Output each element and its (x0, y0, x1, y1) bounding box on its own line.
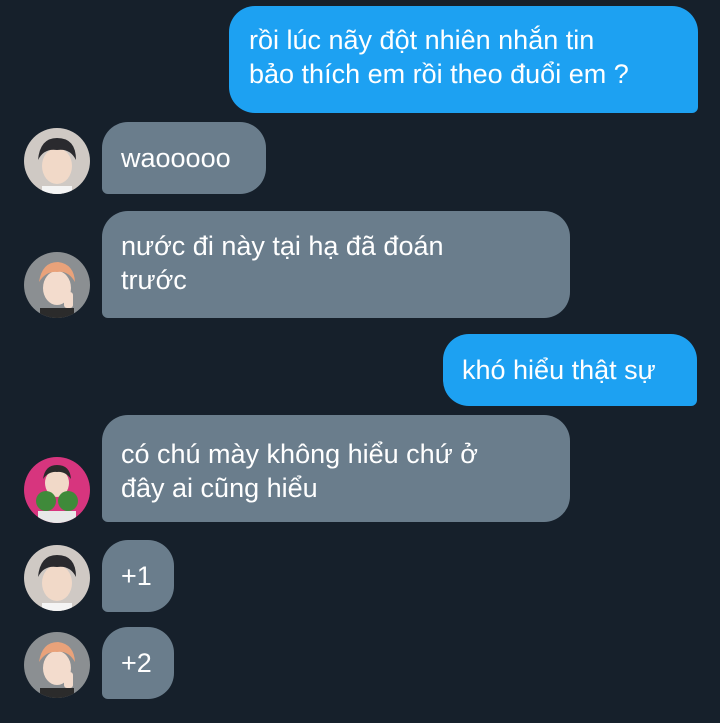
message-bubble-incoming[interactable]: nước đi này tại hạ đã đoán trước (102, 211, 570, 318)
message-bubble-incoming[interactable]: có chú mày không hiểu chứ ở đây ai cũng … (102, 415, 570, 522)
message-bubble-outgoing[interactable]: khó hiểu thật sự (443, 334, 697, 406)
avatar[interactable] (24, 128, 90, 194)
avatar-boy-orange-hair-icon (24, 252, 90, 318)
message-bubble-incoming[interactable]: waooooo (102, 122, 266, 194)
message-bubble-outgoing[interactable]: rồi lúc nãy đột nhiên nhắn tin bảo thích… (229, 6, 698, 113)
avatar-boy-dark-hair-icon (24, 128, 90, 194)
avatar[interactable] (24, 545, 90, 611)
avatar[interactable] (24, 457, 90, 523)
avatar-boy-orange-hair-icon (24, 632, 90, 698)
avatar-boy-pink-background-icon (24, 457, 90, 523)
message-bubble-incoming[interactable]: +2 (102, 627, 174, 699)
avatar[interactable] (24, 632, 90, 698)
message-bubble-incoming[interactable]: +1 (102, 540, 174, 612)
avatar[interactable] (24, 252, 90, 318)
avatar-boy-dark-hair-icon (24, 545, 90, 611)
